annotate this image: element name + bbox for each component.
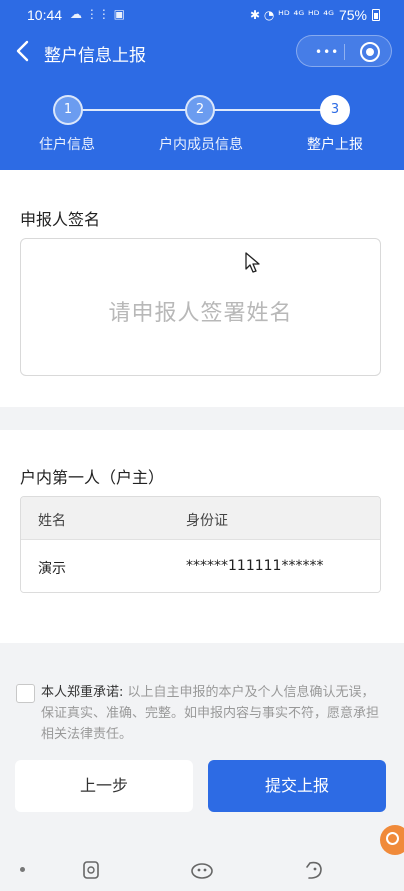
battery-icon	[372, 9, 380, 21]
step-3-circle: 3	[320, 95, 350, 125]
mini-program-capsule: •••	[296, 35, 392, 67]
capsule-divider	[344, 44, 345, 60]
row-name: 演示	[38, 561, 66, 577]
mouse-cursor-icon	[245, 252, 260, 273]
step-1-circle: 1	[53, 95, 83, 125]
household-table: 姓名 身份证 演示 ******111111******	[20, 496, 381, 593]
table-row: 演示 ******111111******	[21, 540, 380, 592]
prev-step-button[interactable]: 上一步	[15, 760, 193, 812]
assist-icon	[386, 832, 399, 845]
status-right: ✱ ◔ ᴴᴰ ⁴ᴳ ᴴᴰ ⁴ᴳ 75%	[250, 7, 380, 23]
nav-dot-icon	[20, 867, 25, 872]
status-time: 10:44	[27, 7, 63, 23]
signature-pad[interactable]: 请申报人签署姓名	[20, 238, 381, 376]
home-icon[interactable]	[189, 857, 215, 883]
column-header-name: 姓名	[38, 513, 66, 529]
row-id-number: ******111111******	[186, 558, 324, 574]
step-2-circle: 2	[185, 95, 215, 125]
column-header-id: 身份证	[186, 513, 228, 529]
promise-checkbox[interactable]	[16, 684, 35, 703]
signature-title: 申报人签名	[20, 210, 101, 229]
promise-text: 本人郑重承诺: 以上自主申报的本户及个人信息确认无误，保证真实、准确、完整。如申…	[41, 682, 386, 745]
battery-percent: 75%	[338, 7, 367, 23]
back-button[interactable]	[12, 38, 36, 64]
back-nav-icon[interactable]	[302, 857, 328, 883]
more-menu-button[interactable]: •••	[315, 45, 339, 59]
page-title: 整户信息上报	[44, 46, 146, 66]
notification-icons: ☁ ⋮⋮ ▣	[70, 7, 125, 21]
submit-button[interactable]: 提交上报	[208, 760, 386, 812]
chevron-left-icon	[16, 40, 29, 62]
system-navigation-bar	[0, 851, 404, 891]
household-section: 户内第一人（户主） 姓名 身份证 演示 ******111111******	[0, 430, 404, 643]
promise-strong-label: 本人郑重承诺:	[41, 685, 124, 700]
status-bar: 10:44 ☁ ⋮⋮ ▣ ✱ ◔ ᴴᴰ ⁴ᴳ ᴴᴰ ⁴ᴳ 75%	[0, 0, 404, 30]
household-title: 户内第一人（户主）	[20, 468, 165, 487]
step-2-label: 户内成员信息	[159, 137, 243, 153]
signal-icons: ✱ ◔ ᴴᴰ ⁴ᴳ ᴴᴰ ⁴ᴳ	[250, 8, 334, 22]
close-mini-program-button[interactable]	[360, 42, 380, 62]
header: 10:44 ☁ ⋮⋮ ▣ ✱ ◔ ᴴᴰ ⁴ᴳ ᴴᴰ ⁴ᴳ 75% 整户信息上报 …	[0, 0, 404, 170]
step-1-label: 住户信息	[39, 137, 95, 153]
step-3-label: 整户上报	[307, 137, 363, 153]
recent-apps-icon[interactable]	[78, 857, 104, 883]
signature-section: 申报人签名 请申报人签署姓名	[0, 170, 404, 407]
signature-placeholder: 请申报人签署姓名	[108, 301, 293, 326]
table-header: 姓名 身份证	[21, 497, 380, 540]
